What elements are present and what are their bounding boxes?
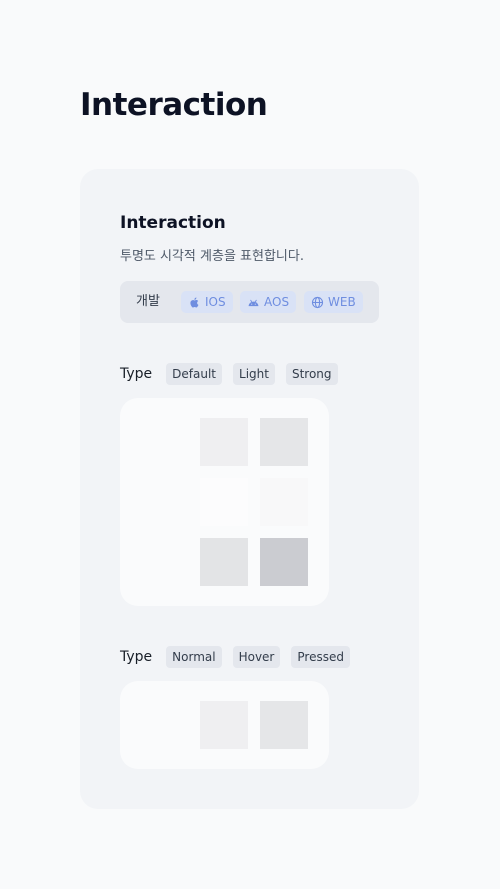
- platform-chip-aos[interactable]: AOS: [240, 291, 297, 313]
- swatch-light-pressed: [260, 478, 308, 526]
- type-chip-hover[interactable]: Hover: [232, 646, 281, 668]
- type-row-state: Type Normal Hover Pressed: [120, 645, 361, 669]
- globe-icon: [311, 296, 324, 308]
- android-icon: [248, 299, 259, 306]
- emphasis-preview-panel: [120, 398, 329, 606]
- swatch-light-normal: [200, 478, 248, 526]
- swatch-hover: [200, 701, 248, 749]
- type-label: Type: [120, 366, 153, 382]
- platform-chip-label: WEB: [328, 295, 356, 309]
- type-row-emphasis: Type Default Light Strong: [120, 362, 349, 386]
- type-chip-light[interactable]: Light: [233, 363, 275, 385]
- type-chip-strong[interactable]: Strong: [285, 363, 338, 385]
- type-label: Type: [120, 649, 153, 665]
- platform-box: 개발 IOS AOS WEB: [120, 281, 379, 323]
- apple-icon: [190, 297, 199, 307]
- swatch-default-pressed: [260, 418, 308, 466]
- swatch-strong-pressed: [260, 538, 308, 586]
- platform-chip-web[interactable]: WEB: [304, 291, 363, 313]
- swatch-pressed: [260, 701, 308, 749]
- state-preview-panel: [120, 681, 329, 769]
- swatch-default-normal: [200, 418, 248, 466]
- interaction-card: Interaction 투명도 시각적 계층을 표현합니다. 개발 IOS AO…: [80, 169, 419, 809]
- card-description: 투명도 시각적 계층을 표현합니다.: [120, 249, 304, 264]
- platform-chip-label: AOS: [264, 295, 290, 309]
- type-chip-normal[interactable]: Normal: [166, 646, 222, 668]
- type-chip-default[interactable]: Default: [166, 363, 223, 385]
- card-title: Interaction: [120, 213, 226, 233]
- platform-label: 개발: [136, 294, 160, 309]
- platform-chip-ios[interactable]: IOS: [181, 291, 233, 313]
- swatch-strong-normal: [200, 538, 248, 586]
- platform-chip-label: IOS: [205, 295, 226, 309]
- type-chip-pressed[interactable]: Pressed: [291, 646, 350, 668]
- page-title: Interaction: [80, 87, 268, 123]
